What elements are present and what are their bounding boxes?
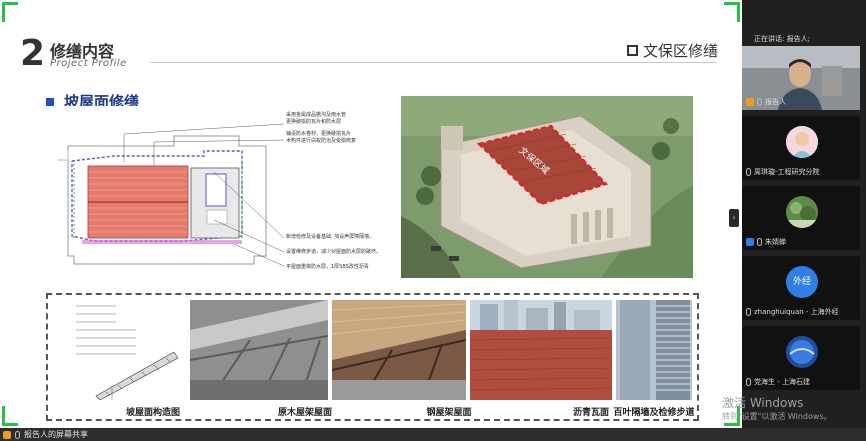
participant-name-bar: 周琪璇-工程研究分院 [746,167,820,177]
thumb-caption: 百叶隔墙及检修步道 [613,408,695,418]
participant-name: zhanghuiquan - 上海外经 [754,308,839,316]
plan-annotation: 木构件进行白蚁防治及受损修复 [286,138,357,144]
roof-section-diagram-thumb [56,300,186,400]
collapse-sidebar-button[interactable]: › [729,209,739,227]
image-strip: 坡屋面构造图 原木屋架屋面 钢屋架屋面 沥青瓦面 百叶隔墙及检修步道 [46,293,699,421]
avatar-image [786,196,818,228]
watermark-line: 激活 Windows [722,396,804,410]
participant-name: 朱婧蝉 [765,238,786,246]
share-border-corner [724,2,740,22]
plan-annotation: 采用金属成品檐沟及雨水管 [286,112,347,118]
participant-tile[interactable]: 周琪璇-工程研究分院 [742,116,860,180]
participant-name: 报告人 [765,98,786,106]
participant-tile[interactable]: 报告人 [742,46,860,110]
shared-slide: 2 修缮内容 Project Profile 文保区修缮 坡屋面修缮 采用金属成… [0,0,742,428]
plan-annotation: 设置维修步道，减少对屋面防水层的破坏。 [286,249,382,255]
area-title: 文保区修缮 [626,40,718,61]
avatar-image [786,336,818,368]
participant-name: 周琪璇-工程研究分院 [754,168,820,176]
share-border-corner [2,406,18,426]
section-number: 2 [20,33,46,74]
aerial-building-photo: 文保区域 [401,96,693,278]
participant-tile[interactable]: 朱婧蝉 [742,186,860,250]
avatar [786,336,818,368]
thumb-caption: 坡屋面构造图 [125,408,180,418]
microphone-icon [757,98,762,106]
steel-truss-photo [332,300,466,400]
steel-truss-art [332,300,466,400]
aerial-photo-art: 文保区域 [401,96,693,278]
participant-name-bar: zhanghuiquan - 上海外经 [746,307,839,317]
speaking-indicator: 正在讲话: 报告人; [754,35,810,43]
roof-section-drawing [76,305,179,400]
microphone-icon [757,238,762,246]
microphone-icon [746,168,751,176]
avatar [786,196,818,228]
participant-name-bar: 朱婧蝉 [746,237,786,247]
watermark-line: 转到"设置"以激活 Windows。 [722,412,832,421]
microphone-icon [746,308,751,316]
header-divider [150,62,716,63]
participant-tile[interactable]: 党海生 - 上海石建 [742,326,860,390]
host-icon [746,98,754,106]
roof-plan-diagram: 采用金属成品檐沟及雨水管 更换破损的瓦片和防水层 铺设防水卷材，更换破损瓦片 木… [54,106,381,274]
avatar: 外经 [786,266,818,298]
square-icon [626,45,638,56]
area-title-text: 文保区修缮 [642,42,718,60]
section-subtitle: Project Profile [50,58,127,69]
plan-annotation: 新增检修及设备基础, 加设声屏障隔墙。 [286,234,375,240]
participant-name-bar: 报告人 [746,97,786,107]
square-bullet-icon [46,97,54,106]
plan-annotation: 更换破损的瓦片和防水层 [286,119,342,125]
meeting-window: 2 修缮内容 Project Profile 文保区修缮 坡屋面修缮 采用金属成… [0,0,866,441]
screen-share-label: 报告人的屏幕共享 [24,430,88,439]
louver-walkway-art [616,300,692,400]
user-icon [746,238,754,246]
thumb-caption: 原木屋架屋面 [277,408,332,418]
roof-plan-drawing [54,106,294,274]
microphone-icon [746,378,751,386]
participant-name: 党海生 - 上海石建 [754,378,810,386]
windows-activation-watermark: 激活 Windows 转到"设置"以激活 Windows。 [722,394,832,422]
microphone-icon [15,430,20,439]
share-border-corner [2,2,18,22]
timber-truss-photo [190,300,328,400]
plan-annotation: 平屋面重做防水层，1厚SBS改性沥青 [286,264,369,270]
host-icon [3,430,11,439]
avatar-image [786,126,818,158]
timber-truss-art [190,300,328,400]
avatar [786,126,818,158]
plan-annotation: 铺设防水卷材，更换破损瓦片 [286,131,352,137]
louver-walkway-photo [616,300,692,400]
share-status-bar: 报告人的屏幕共享 [0,428,866,441]
thumb-caption: 钢屋架屋面 [426,408,472,418]
participant-tile[interactable]: 外经 zhanghuiquan - 上海外经 [742,256,860,320]
asphalt-shingle-art [470,300,612,400]
participant-name-bar: 党海生 - 上海石建 [746,377,810,387]
asphalt-shingle-photo [470,300,612,400]
